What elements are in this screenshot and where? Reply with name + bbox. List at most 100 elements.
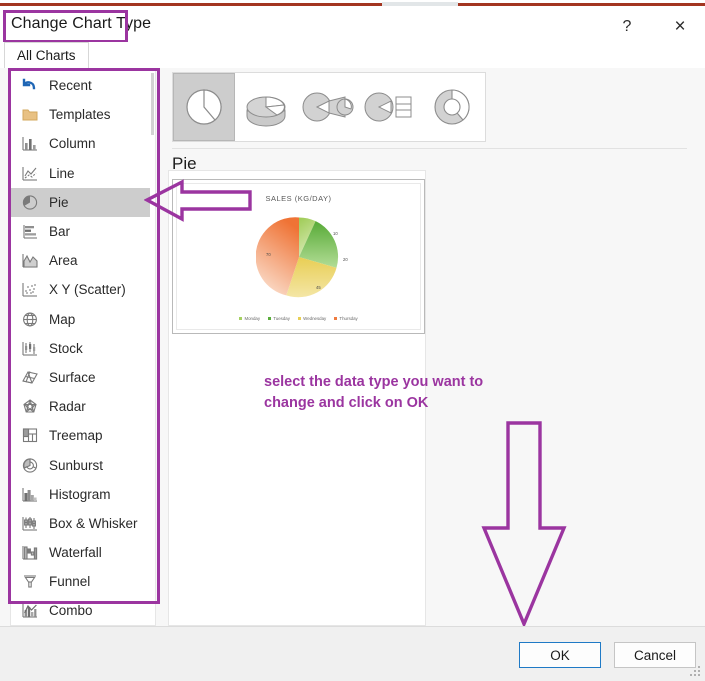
chart-subtype-gallery[interactable] [172,72,486,142]
sidebar-scrollbar[interactable] [150,71,155,625]
left-arrow-annotation [144,179,252,222]
sidebar-scrollbar-thumb[interactable] [151,73,154,135]
pie-label-tuesday: 20 [343,257,348,262]
bar-of-pie-subtype-icon[interactable] [359,73,421,141]
resize-grip-icon[interactable] [690,666,702,678]
surface-chart-icon [17,367,42,387]
sidebar-item-label: Radar [49,399,86,415]
sidebar-item-label: X Y (Scatter) [49,282,126,298]
legend-swatch [334,316,338,321]
legend-swatch [297,316,302,321]
tab-strip: All Charts [0,42,705,69]
subtype-heading: Pie [172,154,197,173]
sidebar-item-label: Treemap [49,428,103,444]
sidebar-item-label: Templates [49,107,111,123]
folder-icon [17,105,42,125]
title-bar: Change Chart Type ? × [0,6,705,43]
sidebar-item-treemap[interactable]: Treemap [11,421,155,450]
radar-chart-icon [17,397,42,417]
column-chart-icon [17,134,42,154]
sidebar-item-pie[interactable]: Pie [11,187,155,217]
sidebar-item-stock[interactable]: Stock [11,334,155,363]
preview-pie-chart [255,217,338,298]
chart-legend: Monday Tuesday Wednesday Thursday [177,316,420,321]
legend-item: Thursday [334,316,358,321]
scatter-chart-icon [17,280,42,300]
sidebar-item-label: Line [49,165,75,181]
down-arrow-annotation [481,421,567,629]
sidebar-item-label: Stock [49,340,83,356]
sidebar-item-column[interactable]: Column [11,129,155,158]
legend-swatch [239,316,243,321]
area-chart-icon [17,251,42,271]
sidebar-item-label: Combo [49,603,93,619]
legend-label: Thursday [339,316,358,321]
cancel-button[interactable]: Cancel [614,642,696,668]
sidebar-item-label: Bar [49,224,71,240]
sidebar-item-histogram[interactable]: Histogram [11,480,155,509]
tab-all-charts-label: All Charts [17,48,76,63]
ok-button[interactable]: OK [519,642,601,668]
doughnut-subtype-icon[interactable] [421,73,483,141]
sidebar-item-funnel[interactable]: Funnel [11,567,155,596]
sidebar-item-label: Surface [49,369,96,385]
instruction-annotation: select the data type you want to change … [264,372,544,414]
sunburst-chart-icon [17,455,42,475]
legend-item: Tuesday [268,316,290,321]
legend-swatch [268,316,272,321]
sidebar-item-label: Funnel [49,574,91,590]
pie-subtype-icon[interactable] [173,73,235,141]
chart-category-list[interactable]: Recent Templates Column Line Pie Bar Area X Y (… [10,70,156,626]
sidebar-item-combo[interactable]: Combo [11,596,155,625]
sidebar-item-recent[interactable]: Recent [11,71,155,100]
undo-arrow-icon [17,76,42,96]
histogram-chart-icon [17,484,42,504]
dialog-footer: OK Cancel [0,626,705,681]
combo-chart-icon [17,601,42,621]
legend-item: Monday [239,316,260,321]
sidebar-item-area[interactable]: Area [11,246,155,275]
help-button[interactable]: ? [605,12,649,42]
legend-label: Wednesday [303,316,327,321]
pie-label-thursday: 70 [266,252,271,257]
pie-3d-subtype-icon[interactable] [235,73,297,141]
bar-chart-icon [17,222,42,242]
treemap-chart-icon [17,426,42,446]
sidebar-item-label: Map [49,311,76,327]
gallery-divider [172,148,687,149]
sidebar-item-waterfall[interactable]: Waterfall [11,538,155,567]
legend-item: Wednesday [297,316,327,321]
sidebar-item-line[interactable]: Line [11,159,155,188]
sidebar-item-radar[interactable]: Radar [11,392,155,421]
boxplot-chart-icon [17,513,42,533]
pie-chart-icon [17,192,42,212]
sidebar-item-label: Histogram [49,486,111,502]
sidebar-item-box-whisker[interactable]: Box & Whisker [11,509,155,538]
legend-label: Tuesday [273,316,290,321]
instruction-line-2: change and click on OK [264,395,429,411]
close-button[interactable]: × [658,12,702,42]
sidebar-item-label: Box & Whisker [49,515,138,531]
waterfall-chart-icon [17,543,42,563]
sidebar-item-label: Waterfall [49,545,102,561]
chart-preview-pane: Pie SALES (KG/DAY) 10 20 45 70 Monday Tu… [144,70,695,629]
sidebar-item-x-y-scatter[interactable]: X Y (Scatter) [11,275,155,304]
sidebar-item-sunburst[interactable]: Sunburst [11,450,155,479]
line-chart-icon [17,163,42,183]
funnel-chart-icon [17,572,42,592]
sidebar-item-label: Column [49,136,96,152]
tab-all-charts[interactable]: All Charts [4,42,89,68]
sidebar-item-surface[interactable]: Surface [11,363,155,392]
sidebar-item-label: Sunburst [49,457,104,473]
sidebar-item-label: Recent [49,78,92,94]
instruction-line-1: select the data type you want to [264,374,484,390]
title-highlight-annotation [3,10,128,43]
sidebar-item-map[interactable]: Map [11,305,155,334]
legend-label: Monday [244,316,261,321]
pie-label-monday: 10 [333,231,338,236]
sidebar-item-templates[interactable]: Templates [11,100,155,129]
pie-of-pie-subtype-icon[interactable] [297,73,359,141]
sidebar-item-bar[interactable]: Bar [11,217,155,246]
pie-label-wednesday: 45 [316,285,321,290]
sidebar-item-label: Pie [49,194,69,210]
